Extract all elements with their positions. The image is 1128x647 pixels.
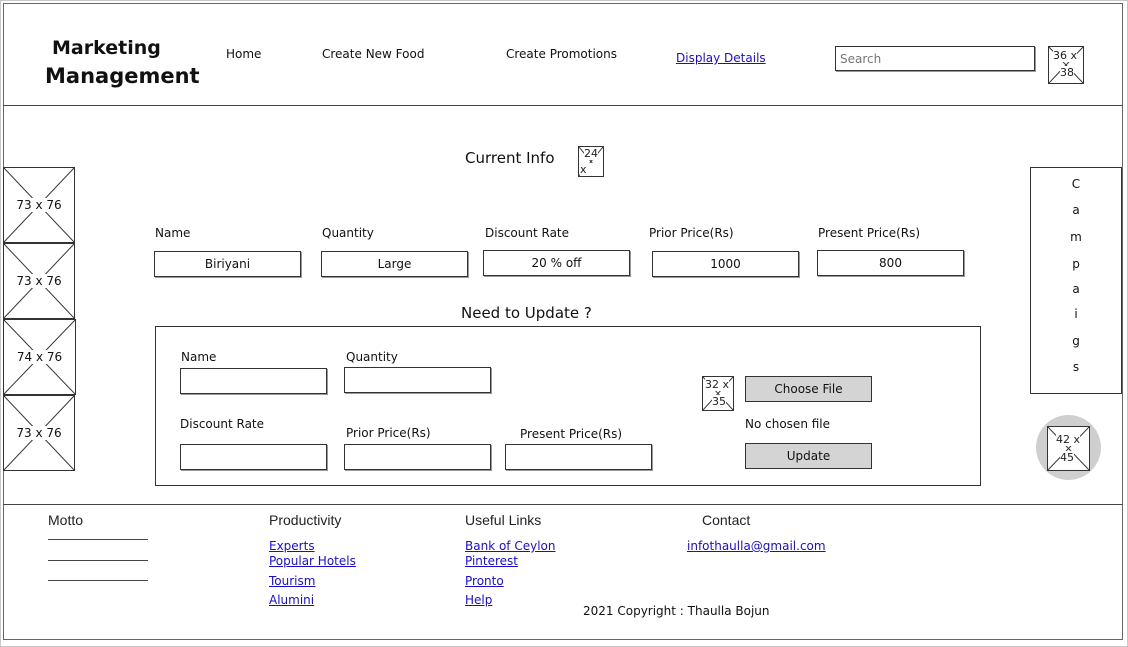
footer-link-alumini[interactable]: Alumini bbox=[269, 593, 314, 607]
update-button[interactable]: Update bbox=[745, 443, 872, 469]
current-quantity-value: Large bbox=[321, 251, 468, 277]
upload-preview-size-bottom: 35 bbox=[712, 395, 726, 408]
left-image-4-size: 73 x 76 bbox=[15, 426, 63, 440]
footer-copyright: 2021 Copyright : Thaulla Bojun bbox=[583, 604, 770, 618]
current-name-label: Name bbox=[155, 226, 191, 240]
motto-line bbox=[48, 560, 148, 561]
left-image-1: 73 x 76 bbox=[3, 167, 75, 243]
campaigns-letter: a bbox=[1072, 203, 1080, 217]
current-info-image-icon: 24 x 31 bbox=[578, 146, 604, 177]
current-present-price-value: 800 bbox=[817, 250, 964, 276]
update-prior-price-label: Prior Price(Rs) bbox=[346, 426, 431, 440]
nav-create-new-food[interactable]: Create New Food bbox=[322, 47, 424, 61]
current-info-image-size-bottom: x 31 bbox=[580, 163, 603, 176]
search-input[interactable] bbox=[835, 46, 1035, 71]
current-quantity-label: Quantity bbox=[322, 226, 374, 240]
update-present-price-label: Present Price(Rs) bbox=[520, 427, 623, 441]
current-prior-price-value: 1000 bbox=[652, 251, 799, 277]
fab-image-size-top: 42 x bbox=[1056, 433, 1081, 446]
current-discount-label: Discount Rate bbox=[485, 226, 570, 240]
footer-link-help[interactable]: Help bbox=[465, 593, 492, 607]
header-divider bbox=[3, 105, 1123, 106]
update-form-title: Need to Update ? bbox=[461, 304, 592, 322]
logo-line2: Management bbox=[45, 64, 200, 88]
left-image-2: 73 x 76 bbox=[3, 243, 75, 319]
nav-display-details[interactable]: Display Details bbox=[676, 51, 766, 65]
footer-useful-links-title: Useful Links bbox=[465, 512, 542, 528]
current-name-value: Biriyani bbox=[154, 251, 301, 277]
campaigns-letter: a bbox=[1072, 282, 1080, 296]
profile-image-size-bottom: 38 bbox=[1060, 66, 1074, 79]
footer-link-experts[interactable]: Experts bbox=[269, 539, 315, 553]
footer-link-pinterest[interactable]: Pinterest bbox=[465, 554, 518, 568]
current-present-price-label: Present Price(Rs) bbox=[818, 226, 921, 240]
left-image-2-size: 73 x 76 bbox=[15, 274, 63, 288]
footer-link-popular-hotels[interactable]: Popular Hotels bbox=[269, 554, 356, 568]
left-image-3-size: 74 x 76 bbox=[15, 350, 64, 364]
update-discount-input[interactable] bbox=[180, 444, 327, 470]
campaigns-letter: s bbox=[1072, 360, 1080, 374]
footer-productivity-title: Productivity bbox=[269, 512, 342, 528]
campaigns-letter: i bbox=[1074, 307, 1078, 321]
fab-image-size-bottom: 45 bbox=[1060, 451, 1074, 464]
left-image-1-size: 73 x 76 bbox=[15, 198, 63, 212]
current-discount-value: 20 % off bbox=[483, 250, 630, 276]
current-prior-price-label: Prior Price(Rs) bbox=[649, 226, 734, 240]
update-discount-label: Discount Rate bbox=[180, 417, 265, 431]
update-present-price-input[interactable] bbox=[505, 444, 652, 470]
left-image-3: 74 x 76 bbox=[3, 319, 76, 395]
nav-create-promotions[interactable]: Create Promotions bbox=[506, 47, 617, 61]
footer-link-tourism[interactable]: Tourism bbox=[269, 574, 315, 588]
upload-preview-image-icon: 32 x 35 bbox=[702, 376, 734, 411]
update-quantity-input[interactable] bbox=[344, 367, 491, 393]
nav-home[interactable]: Home bbox=[226, 47, 261, 61]
footer-contact-title: Contact bbox=[702, 512, 751, 528]
update-prior-price-input[interactable] bbox=[344, 444, 491, 470]
floating-action-button[interactable]: 42 x 45 bbox=[1036, 415, 1101, 480]
current-info-image-size-top: 24 bbox=[584, 147, 598, 160]
campaigns-letter: m bbox=[1070, 230, 1082, 244]
upload-preview-size-top: 32 x bbox=[705, 378, 730, 391]
logo-line1: Marketing bbox=[52, 37, 161, 59]
campaigns-panel[interactable]: C a m p a i g s bbox=[1030, 167, 1122, 394]
left-image-4: 73 x 76 bbox=[3, 395, 75, 471]
profile-image-icon[interactable]: 36 x 38 bbox=[1048, 46, 1084, 84]
campaigns-letter: C bbox=[1071, 177, 1081, 191]
footer-divider bbox=[3, 504, 1123, 505]
no-file-chosen-text: No chosen file bbox=[745, 417, 831, 431]
footer-link-pronto[interactable]: Pronto bbox=[465, 574, 504, 588]
campaigns-letter: g bbox=[1072, 334, 1080, 348]
choose-file-button[interactable]: Choose File bbox=[745, 376, 872, 402]
campaigns-letter: p bbox=[1072, 257, 1080, 271]
motto-line bbox=[48, 539, 148, 540]
update-name-label: Name bbox=[181, 350, 217, 364]
profile-image-size-top: 36 x bbox=[1053, 49, 1078, 62]
footer-contact-email[interactable]: infothaulla@gmail.com bbox=[687, 539, 826, 553]
footer-motto-title: Motto bbox=[48, 512, 84, 528]
fab-image-icon: 42 x 45 bbox=[1047, 426, 1090, 471]
motto-line bbox=[48, 580, 148, 581]
current-info-title: Current Info bbox=[465, 149, 555, 167]
update-name-input[interactable] bbox=[180, 368, 327, 394]
footer-link-bank-of-ceylon[interactable]: Bank of Ceylon bbox=[465, 539, 555, 553]
update-quantity-label: Quantity bbox=[346, 350, 398, 364]
